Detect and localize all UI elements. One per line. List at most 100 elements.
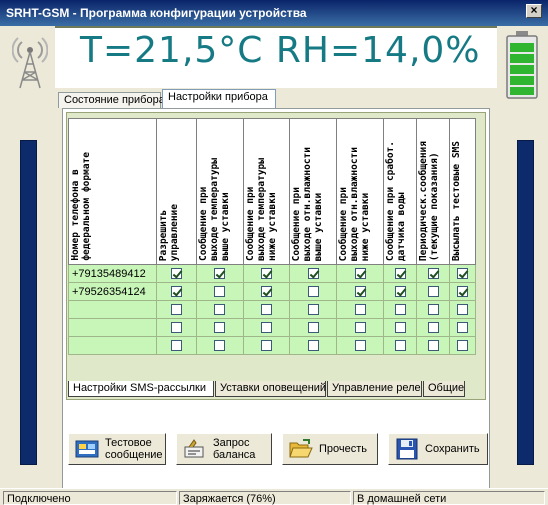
- phone-number-cell[interactable]: [68, 336, 157, 355]
- checkbox[interactable]: [354, 322, 366, 334]
- read-label: Прочесть: [319, 443, 368, 455]
- checkbox-cell: [155, 336, 197, 355]
- save-label: Сохранить: [425, 443, 480, 455]
- status-bar: Подключено Заряжается (76%) В домашней с…: [0, 488, 548, 505]
- checkbox[interactable]: [457, 304, 469, 316]
- checkbox[interactable]: [427, 340, 439, 352]
- balance-request-label: Запрос баланса: [213, 437, 256, 461]
- checkbox[interactable]: [457, 268, 469, 280]
- checkbox[interactable]: [307, 322, 319, 334]
- checkbox[interactable]: [457, 340, 469, 352]
- checkbox[interactable]: [261, 304, 273, 316]
- checkbox-cell: [383, 282, 418, 301]
- floppy-disk-icon: [395, 438, 419, 460]
- checkbox-cell: [383, 336, 418, 355]
- tab-alert-setpoints[interactable]: Уставки оповещений: [215, 381, 326, 397]
- checkbox[interactable]: [394, 304, 406, 316]
- checkbox[interactable]: [170, 322, 182, 334]
- header-water-sensor: Сообщение при сработ. датчика воды: [383, 118, 418, 265]
- right-indicator-bar: [517, 140, 534, 465]
- checkbox[interactable]: [261, 286, 273, 298]
- checkbox[interactable]: [394, 268, 406, 280]
- checkbox[interactable]: [261, 268, 273, 280]
- checkbox[interactable]: [170, 286, 182, 298]
- checkbox[interactable]: [457, 286, 469, 298]
- balance-icon: [183, 438, 207, 460]
- checkbox-cell: [195, 264, 244, 283]
- checkbox[interactable]: [170, 304, 182, 316]
- checkbox[interactable]: [214, 286, 226, 298]
- phone-number-cell[interactable]: [68, 318, 157, 337]
- checkbox-cell: [383, 318, 418, 337]
- tab-relay-control[interactable]: Управление реле: [327, 381, 422, 397]
- checkbox[interactable]: [214, 268, 226, 280]
- test-message-label: Тестовое сообщение: [105, 437, 163, 461]
- header-allow-control: Разрешить управление: [155, 118, 197, 265]
- balance-request-button[interactable]: Запрос баланса: [176, 433, 272, 465]
- checkbox[interactable]: [214, 322, 226, 334]
- checkbox[interactable]: [427, 286, 439, 298]
- checkbox-cell: [242, 318, 291, 337]
- tab-device-settings[interactable]: Настройки прибора: [162, 89, 276, 109]
- checkbox[interactable]: [457, 322, 469, 334]
- save-button[interactable]: Сохранить: [388, 433, 488, 465]
- tab-sms-settings[interactable]: Настройки SMS-рассылки: [68, 381, 214, 397]
- read-button[interactable]: Прочесть: [282, 433, 378, 465]
- checkbox-cell: [155, 300, 197, 319]
- tab-general[interactable]: Общие: [423, 381, 465, 397]
- test-message-icon: [75, 438, 99, 460]
- checkbox[interactable]: [170, 268, 182, 280]
- antenna-icon: [11, 34, 49, 93]
- checkbox[interactable]: [394, 322, 406, 334]
- checkbox-cell: [336, 282, 385, 301]
- checkbox[interactable]: [394, 340, 406, 352]
- checkbox[interactable]: [427, 304, 439, 316]
- checkbox-cell: [383, 300, 418, 319]
- phone-number-cell[interactable]: [68, 300, 157, 319]
- checkbox[interactable]: [261, 340, 273, 352]
- checkbox-cell: [289, 282, 338, 301]
- tab-device-status[interactable]: Состояние прибора: [58, 92, 165, 108]
- checkbox[interactable]: [354, 268, 366, 280]
- status-network: В домашней сети: [353, 491, 545, 505]
- checkbox-cell: [155, 264, 197, 283]
- table-row: [68, 318, 476, 337]
- checkbox[interactable]: [214, 304, 226, 316]
- checkbox-cell: [242, 336, 291, 355]
- header-temp-below: Сообщение при выходе температуры ниже ус…: [242, 118, 291, 265]
- phone-number-cell[interactable]: +79135489412: [68, 264, 157, 283]
- checkbox-cell: [336, 264, 385, 283]
- checkbox-cell: [195, 282, 244, 301]
- checkbox[interactable]: [307, 340, 319, 352]
- temperature-humidity-readout: T=21,5°C RH=14,0%: [80, 30, 481, 71]
- checkbox-cell: [383, 264, 418, 283]
- phone-number-cell[interactable]: +79526354124: [68, 282, 157, 301]
- checkbox[interactable]: [261, 322, 273, 334]
- header-phone: Номер телефона в федеральном формате: [68, 118, 157, 265]
- checkbox[interactable]: [307, 304, 319, 316]
- checkbox[interactable]: [170, 340, 182, 352]
- checkbox[interactable]: [354, 286, 366, 298]
- checkbox[interactable]: [214, 340, 226, 352]
- checkbox-cell: [449, 282, 476, 301]
- table-row: [68, 336, 476, 355]
- checkbox[interactable]: [354, 304, 366, 316]
- checkbox[interactable]: [307, 268, 319, 280]
- checkbox[interactable]: [307, 286, 319, 298]
- table-row: +79135489412: [68, 264, 476, 283]
- checkbox-cell: [336, 300, 385, 319]
- checkbox[interactable]: [427, 322, 439, 334]
- checkbox-cell: [416, 300, 451, 319]
- checkbox[interactable]: [394, 286, 406, 298]
- checkbox-cell: [289, 264, 338, 283]
- checkbox-cell: [449, 336, 476, 355]
- checkbox-cell: [242, 300, 291, 319]
- checkbox[interactable]: [427, 268, 439, 280]
- close-button[interactable]: ×: [526, 4, 542, 18]
- header-rh-above: Сообщение при выходе отн.влажности выше …: [289, 118, 338, 265]
- test-message-button[interactable]: Тестовое сообщение: [68, 433, 166, 465]
- checkbox-cell: [449, 318, 476, 337]
- checkbox[interactable]: [354, 340, 366, 352]
- table-header-row: Номер телефона в федеральном формате Раз…: [68, 118, 476, 265]
- checkbox-cell: [289, 318, 338, 337]
